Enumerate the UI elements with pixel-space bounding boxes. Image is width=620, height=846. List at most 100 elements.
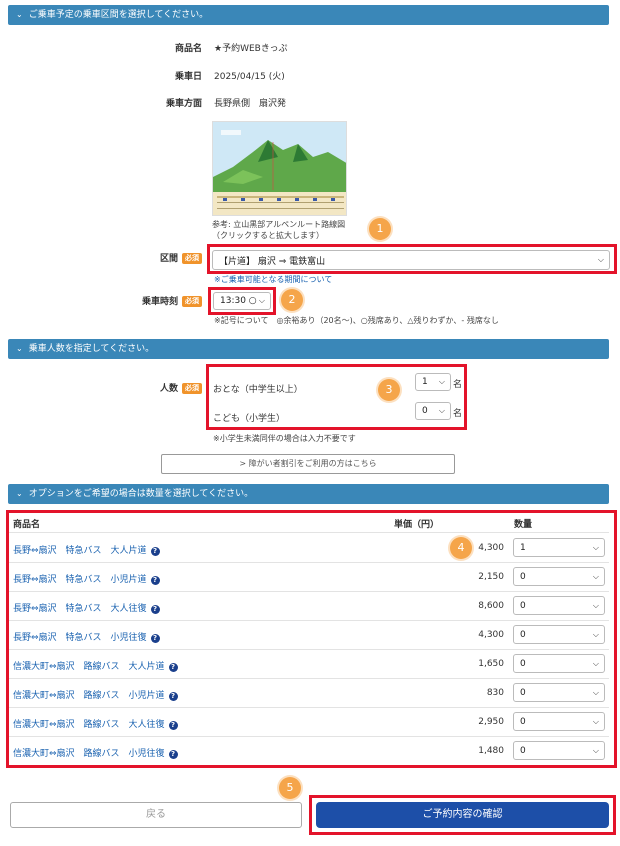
option-unit-price: 2,150 xyxy=(478,572,504,582)
chevron-down-icon: ⌄ xyxy=(16,344,23,353)
confirm-reservation-button[interactable]: ご予約内容の確認 xyxy=(316,802,609,828)
option-product-name-text: 長野⇔扇沢 特急バス 大人往復 xyxy=(13,604,147,614)
chevron-down-icon: ⌄ xyxy=(16,489,23,498)
option-qty-value: 0 xyxy=(520,687,526,698)
time-label-wrap: 乗車時刻 必須 xyxy=(120,294,202,307)
option-qty-select[interactable]: 0 ⌵ xyxy=(513,654,605,673)
child-note: ※小学生未満同伴の場合は入力不要です xyxy=(213,434,356,443)
help-icon[interactable]: ? xyxy=(150,634,160,643)
table-row-divider xyxy=(8,620,609,621)
col-qty-header: 数量 xyxy=(514,520,533,530)
direction-label: 乗車方面 xyxy=(165,99,202,109)
chevron-down-icon: ⌵ xyxy=(592,542,599,552)
chevron-down-icon: ⌵ xyxy=(438,377,445,386)
chevron-down-icon: ⌵ xyxy=(438,406,445,415)
callout-badge-3: 3 xyxy=(378,379,400,401)
table-row-divider xyxy=(8,562,609,563)
help-icon[interactable]: ? xyxy=(168,692,178,701)
adult-unit: 名 xyxy=(453,380,463,390)
help-icon[interactable]: ? xyxy=(150,605,160,614)
section-header-people[interactable]: ⌄ 乗車人数を指定してください。 xyxy=(8,339,609,359)
chevron-down-icon: ⌵ xyxy=(592,658,599,668)
option-product-name[interactable]: 信濃大町⇔扇沢 路線バス 大人片道? xyxy=(13,659,178,672)
people-label: 人数 xyxy=(159,384,178,394)
option-product-name-text: 長野⇔扇沢 特急バス 大人片道 xyxy=(13,546,147,556)
section-header-options-text: オプションをご希望の場合は数量を選択してください。 xyxy=(28,489,254,499)
option-product-name[interactable]: 長野⇔扇沢 特急バス 小児片道? xyxy=(13,572,160,585)
callout-badge-4: 4 xyxy=(450,537,472,559)
option-product-name-text: 信濃大町⇔扇沢 路線バス 小児往復 xyxy=(13,749,165,759)
direction-value: 長野県側 扇沢発 xyxy=(214,99,287,109)
child-unit: 名 xyxy=(453,409,463,419)
option-product-name-text: 信濃大町⇔扇沢 路線バス 大人片道 xyxy=(13,662,165,672)
help-icon[interactable]: ? xyxy=(150,576,160,585)
option-qty-select[interactable]: 0 ⌵ xyxy=(513,712,605,731)
option-unit-price: 1,480 xyxy=(478,746,504,756)
option-qty-select[interactable]: 1 ⌵ xyxy=(513,538,605,557)
col-product-header: 商品名 xyxy=(13,520,41,530)
child-label: こども（小学生） xyxy=(213,414,286,424)
adult-count-select[interactable]: 1 ⌵ xyxy=(415,373,451,391)
route-period-link[interactable]: ※ご乗車可能となる期間について xyxy=(214,274,332,285)
table-row-divider xyxy=(8,649,609,650)
option-qty-value: 0 xyxy=(520,716,526,727)
chevron-down-icon: ⌵ xyxy=(592,716,599,726)
section-header-options[interactable]: ⌄ オプションをご希望の場合は数量を選択してください。 xyxy=(8,484,609,504)
col-price-header: 単価（円） xyxy=(394,520,440,530)
option-qty-value: 1 xyxy=(520,542,526,553)
chevron-down-icon: ⌄ xyxy=(16,10,23,19)
option-unit-price: 4,300 xyxy=(478,630,504,640)
option-product-name-text: 長野⇔扇沢 特急バス 小児往復 xyxy=(13,633,147,643)
back-button[interactable]: 戻る xyxy=(10,802,302,828)
table-divider xyxy=(8,532,609,533)
disability-discount-button[interactable]: > 障がい者割引をご利用の方はこちら xyxy=(161,454,455,474)
callout-badge-5: 5 xyxy=(279,777,301,799)
adult-label: おとな（中学生以上） xyxy=(213,385,303,395)
time-select-value: 13:30 ○ xyxy=(220,296,257,306)
option-product-name[interactable]: 長野⇔扇沢 特急バス 小児往復? xyxy=(13,630,160,643)
time-select[interactable]: 13:30 ○ ⌵ xyxy=(213,292,271,310)
callout-badge-1: 1 xyxy=(369,218,391,240)
option-product-name-text: 信濃大町⇔扇沢 路線バス 大人往復 xyxy=(13,720,165,730)
option-unit-price: 8,600 xyxy=(478,601,504,611)
table-row-divider xyxy=(8,591,609,592)
chevron-down-icon: ⌵ xyxy=(592,571,599,581)
section-header-people-text: 乗車人数を指定してください。 xyxy=(28,344,155,354)
route-select[interactable]: 【片道】 扇沢 ⇒ 電鉄富山 ⌵ xyxy=(212,250,610,270)
option-qty-select[interactable]: 0 ⌵ xyxy=(513,683,605,702)
option-qty-select[interactable]: 0 ⌵ xyxy=(513,625,605,644)
option-qty-value: 0 xyxy=(520,571,526,582)
route-map-image[interactable] xyxy=(212,121,347,216)
required-badge: 必須 xyxy=(182,296,202,307)
option-product-name[interactable]: 信濃大町⇔扇沢 路線バス 小児往復? xyxy=(13,746,178,759)
callout-badge-2: 2 xyxy=(281,289,303,311)
section-header-route[interactable]: ⌄ ご乗車予定の乗車区間を選択してください。 xyxy=(8,5,609,25)
map-caption-2: （クリックすると拡大します） xyxy=(212,231,324,240)
option-product-name-text: 信濃大町⇔扇沢 路線バス 小児片道 xyxy=(13,691,165,701)
option-qty-select[interactable]: 0 ⌵ xyxy=(513,596,605,615)
option-product-name[interactable]: 信濃大町⇔扇沢 路線バス 小児片道? xyxy=(13,688,178,701)
child-count-select[interactable]: 0 ⌵ xyxy=(415,402,451,420)
option-unit-price: 2,950 xyxy=(478,717,504,727)
help-icon[interactable]: ? xyxy=(168,750,178,759)
option-product-name[interactable]: 長野⇔扇沢 特急バス 大人往復? xyxy=(13,601,160,614)
option-qty-value: 0 xyxy=(520,600,526,611)
chevron-down-icon: ⌵ xyxy=(592,629,599,639)
option-qty-value: 0 xyxy=(520,629,526,640)
chevron-down-icon: ⌵ xyxy=(592,687,599,697)
route-label-wrap: 区間 必須 xyxy=(120,251,202,264)
option-product-name[interactable]: 長野⇔扇沢 特急バス 大人片道? xyxy=(13,543,160,556)
required-badge: 必須 xyxy=(182,253,202,264)
help-icon[interactable]: ? xyxy=(150,547,160,556)
time-symbol-note: ※記号について ◎余裕あり（20名～)、○残席あり、△残りわずか、- 残席なし xyxy=(214,316,499,325)
section-header-route-text: ご乗車予定の乗車区間を選択してください。 xyxy=(28,10,209,20)
option-qty-select[interactable]: 0 ⌵ xyxy=(513,741,605,760)
help-icon[interactable]: ? xyxy=(168,721,178,730)
help-icon[interactable]: ? xyxy=(168,663,178,672)
table-row-divider xyxy=(8,678,609,679)
option-product-name[interactable]: 信濃大町⇔扇沢 路線バス 大人往復? xyxy=(13,717,178,730)
option-qty-select[interactable]: 0 ⌵ xyxy=(513,567,605,586)
option-qty-value: 0 xyxy=(520,745,526,756)
route-label: 区間 xyxy=(159,254,178,264)
chevron-down-icon: ⌵ xyxy=(592,745,599,755)
